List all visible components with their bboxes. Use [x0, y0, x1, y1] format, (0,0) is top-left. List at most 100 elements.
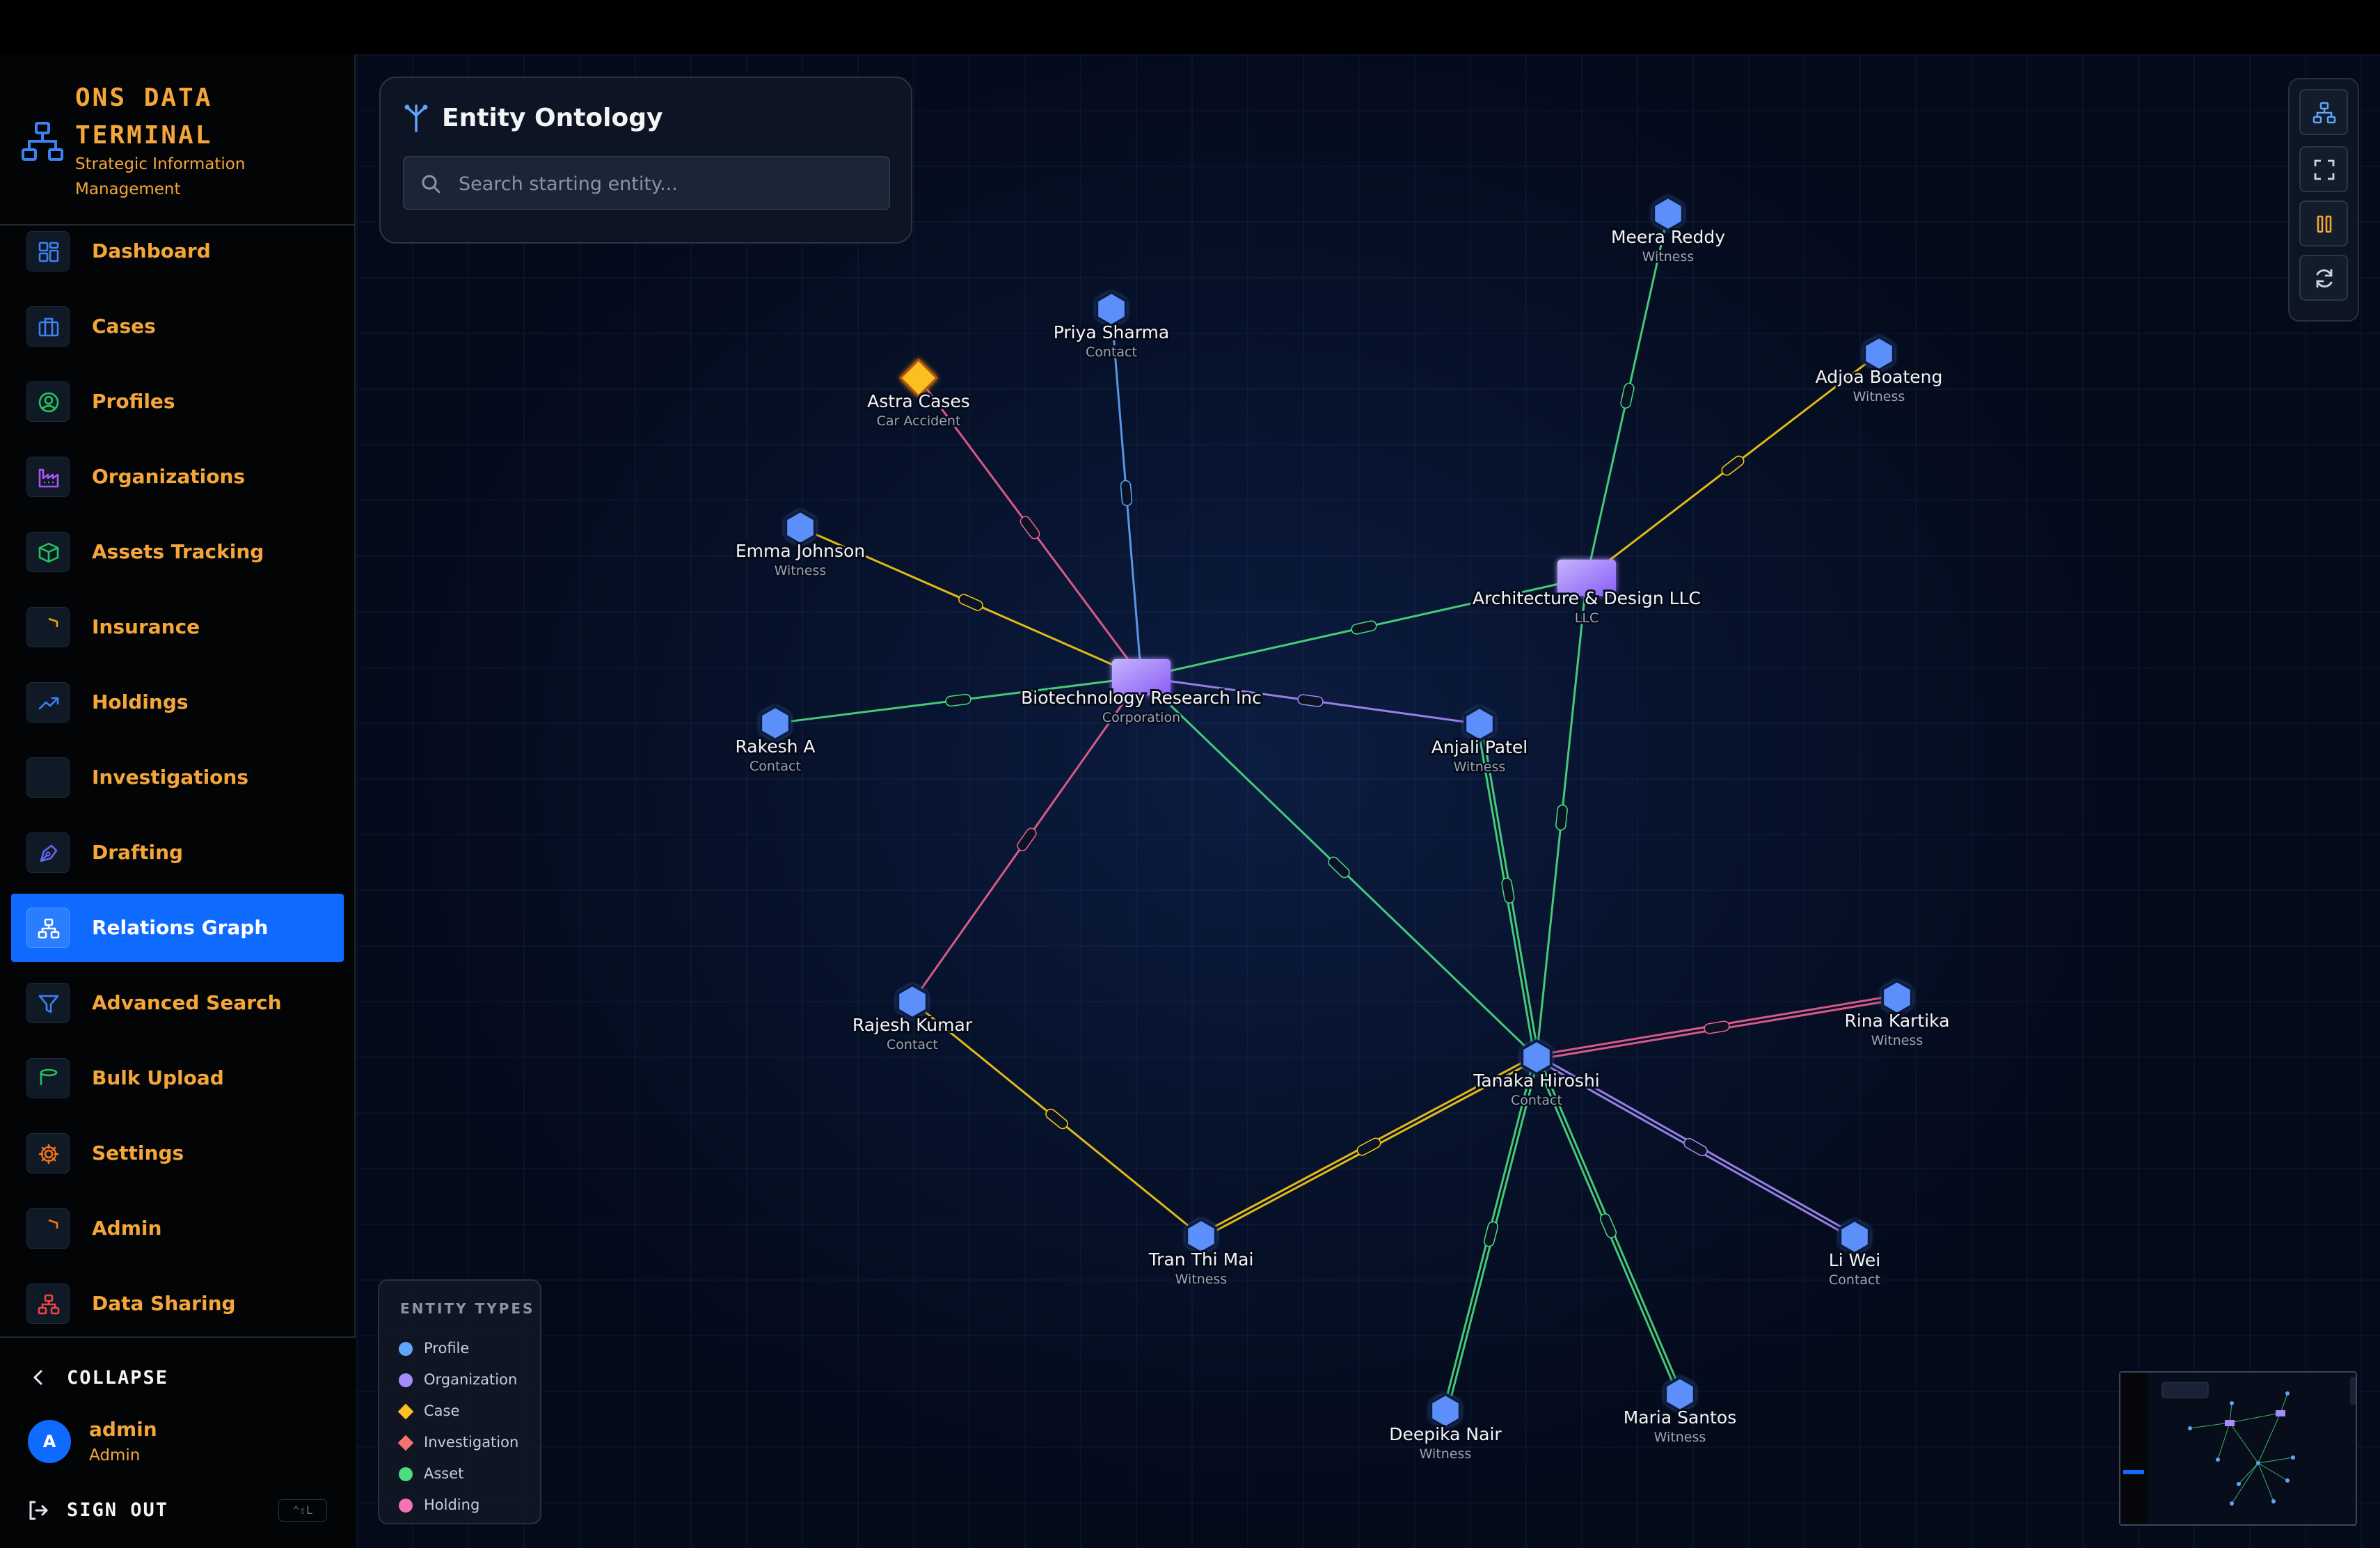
- pause-icon: [2317, 215, 2332, 233]
- sidebar-item-relations-graph[interactable]: Relations Graph: [11, 894, 344, 962]
- sidebar-item-bulk-upload[interactable]: Bulk Upload: [11, 1044, 344, 1112]
- collapse-label: COLLAPSE: [67, 1367, 169, 1389]
- sidebar-item-label: Investigations: [92, 766, 248, 789]
- edge-tag: [1501, 877, 1515, 904]
- refresh-icon: [2316, 269, 2333, 288]
- entity-search-box[interactable]: [403, 156, 890, 210]
- hierarchy-icon: [2312, 102, 2336, 124]
- edge-tag: [1356, 1137, 1381, 1156]
- node-bio[interactable]: Biotechnology Research Inc Corporation: [1019, 659, 1264, 727]
- node-meera[interactable]: Meera Reddy Witness: [1609, 195, 1727, 267]
- sidebar-item-label: Assets Tracking: [92, 540, 264, 563]
- legend-swatch: [399, 1342, 413, 1356]
- node-sublabel: Witness: [775, 563, 827, 578]
- layout-hierarchy-button[interactable]: [2299, 89, 2348, 135]
- sidebar-item-label: Admin: [92, 1217, 162, 1240]
- node-label: Anjali Patel: [1431, 737, 1528, 757]
- app-title: ONS DATA TERMINAL: [75, 84, 213, 150]
- legend-swatch: [399, 1467, 413, 1481]
- node-anjali[interactable]: Anjali Patel Witness: [1429, 705, 1530, 777]
- edge-tag: [1297, 694, 1324, 707]
- pause-button[interactable]: [2299, 200, 2348, 246]
- node-label: Rakesh A: [735, 736, 815, 757]
- sidebar-item-label: Holdings: [92, 690, 189, 713]
- graph-canvas[interactable]: Meera Reddy Witness Priya Sharma Contact Ast…: [356, 54, 2380, 1548]
- fullscreen-button[interactable]: [2299, 146, 2348, 192]
- node-rakesh[interactable]: Rakesh A Contact: [733, 704, 818, 776]
- edge-tag: [1721, 455, 1745, 476]
- legend-swatch: [399, 1499, 413, 1513]
- node-label: Astra Cases: [867, 391, 970, 411]
- minimap[interactable]: [2119, 1371, 2357, 1526]
- sidebar-item-advanced-search[interactable]: Advanced Search: [11, 969, 344, 1037]
- node-sublabel: Car Accident: [877, 413, 961, 429]
- sidebar-item-insurance[interactable]: Insurance: [11, 593, 344, 661]
- fingerprint-icon: [26, 757, 70, 798]
- sidebar-item-profiles[interactable]: Profiles: [11, 368, 344, 436]
- node-liwei[interactable]: Li Wei Contact: [1827, 1218, 1882, 1290]
- sidebar-item-dashboard[interactable]: Dashboard: [11, 217, 344, 285]
- network-icon: [26, 1284, 70, 1324]
- sidebar-item-settings[interactable]: Settings: [11, 1119, 344, 1187]
- edge-tag: [1599, 1213, 1617, 1238]
- legend-swatch: [399, 1373, 413, 1387]
- node-label: Meera Reddy: [1611, 227, 1725, 247]
- fullscreen-icon: [2314, 159, 2335, 180]
- relations-graph[interactable]: Meera Reddy Witness Priya Sharma Contact Ast…: [356, 54, 2380, 1548]
- graph-nodes: Meera Reddy Witness Priya Sharma Contact Ast…: [733, 195, 1952, 1464]
- avatar[interactable]: A: [28, 1420, 71, 1463]
- network-logo-icon: [22, 122, 63, 161]
- dashboard-icon: [26, 231, 70, 271]
- trending-up-icon: [26, 682, 70, 722]
- node-rina[interactable]: Rina Kartika Witness: [1842, 979, 1952, 1050]
- app-subtitle: Strategic Information Management: [75, 155, 246, 198]
- brand-header: ONS DATA TERMINAL Strategic Information …: [0, 54, 356, 226]
- sidebar-item-organizations[interactable]: Organizations: [11, 443, 344, 511]
- database-icon: [26, 1058, 70, 1098]
- sidebar-item-label: Profiles: [92, 390, 175, 413]
- entity-search-input[interactable]: [459, 167, 876, 200]
- node-sublabel: Contact: [1829, 1272, 1880, 1288]
- sidebar-item-investigations[interactable]: Investigations: [11, 743, 344, 812]
- node-tanaka[interactable]: Tanaka Hiroshi Contact: [1470, 1038, 1602, 1110]
- ontology-branch-icon: [404, 104, 428, 132]
- node-astra[interactable]: Astra Cases Car Accident: [865, 358, 972, 431]
- node-priya[interactable]: Priya Sharma Contact: [1052, 290, 1171, 362]
- edge-tag: [1704, 1020, 1730, 1034]
- node-label: Maria Santos: [1624, 1407, 1737, 1428]
- node-deepika[interactable]: Deepika Nair Witness: [1387, 1392, 1504, 1464]
- network-icon: [26, 908, 70, 948]
- node-label: Tran Thi Mai: [1148, 1249, 1254, 1270]
- sidebar-item-holdings[interactable]: Holdings: [11, 668, 344, 736]
- node-tran[interactable]: Tran Thi Mai Witness: [1146, 1217, 1255, 1289]
- sidebar-item-assets-tracking[interactable]: Assets Tracking: [11, 518, 344, 586]
- node-sublabel: Witness: [1853, 389, 1905, 404]
- node-sublabel: Contact: [1511, 1093, 1562, 1108]
- briefcase-icon: [26, 306, 70, 347]
- node-arch[interactable]: Architecture & Design LLC LLC: [1470, 560, 1703, 628]
- sidebar: ONS DATA TERMINAL Strategic Information …: [0, 54, 356, 1548]
- sign-out-button[interactable]: SIGN OUT ⌃⇧L: [26, 1495, 333, 1526]
- node-label: Rina Kartika: [1844, 1011, 1949, 1031]
- edge-tag: [1555, 804, 1568, 831]
- sidebar-item-admin[interactable]: Admin: [11, 1194, 344, 1263]
- node-sublabel: Corporation: [1102, 710, 1180, 725]
- node-maria[interactable]: Maria Santos Witness: [1621, 1375, 1738, 1447]
- node-emma[interactable]: Emma Johnson Witness: [733, 509, 867, 580]
- node-sublabel: Witness: [1454, 759, 1506, 775]
- sidebar-item-data-sharing[interactable]: Data Sharing: [11, 1270, 344, 1338]
- sidebar-item-label: Data Sharing: [92, 1292, 236, 1315]
- settings-icon: [26, 1133, 70, 1174]
- node-sublabel: Witness: [1654, 1430, 1706, 1445]
- edge-tag: [1120, 480, 1133, 507]
- node-label: Rajesh Kumar: [852, 1015, 973, 1035]
- sidebar-item-cases[interactable]: Cases: [11, 292, 344, 361]
- legend-swatch: [397, 1435, 414, 1451]
- edge-tag: [958, 594, 983, 611]
- node-rajesh[interactable]: Rajesh Kumar Contact: [850, 983, 975, 1055]
- node-adjoa[interactable]: Adjoa Boateng Witness: [1814, 335, 1944, 406]
- node-sublabel: Contact: [887, 1037, 938, 1052]
- sidebar-item-drafting[interactable]: Drafting: [11, 819, 344, 887]
- node-sublabel: Witness: [1420, 1446, 1472, 1462]
- refresh-button[interactable]: [2299, 255, 2348, 301]
